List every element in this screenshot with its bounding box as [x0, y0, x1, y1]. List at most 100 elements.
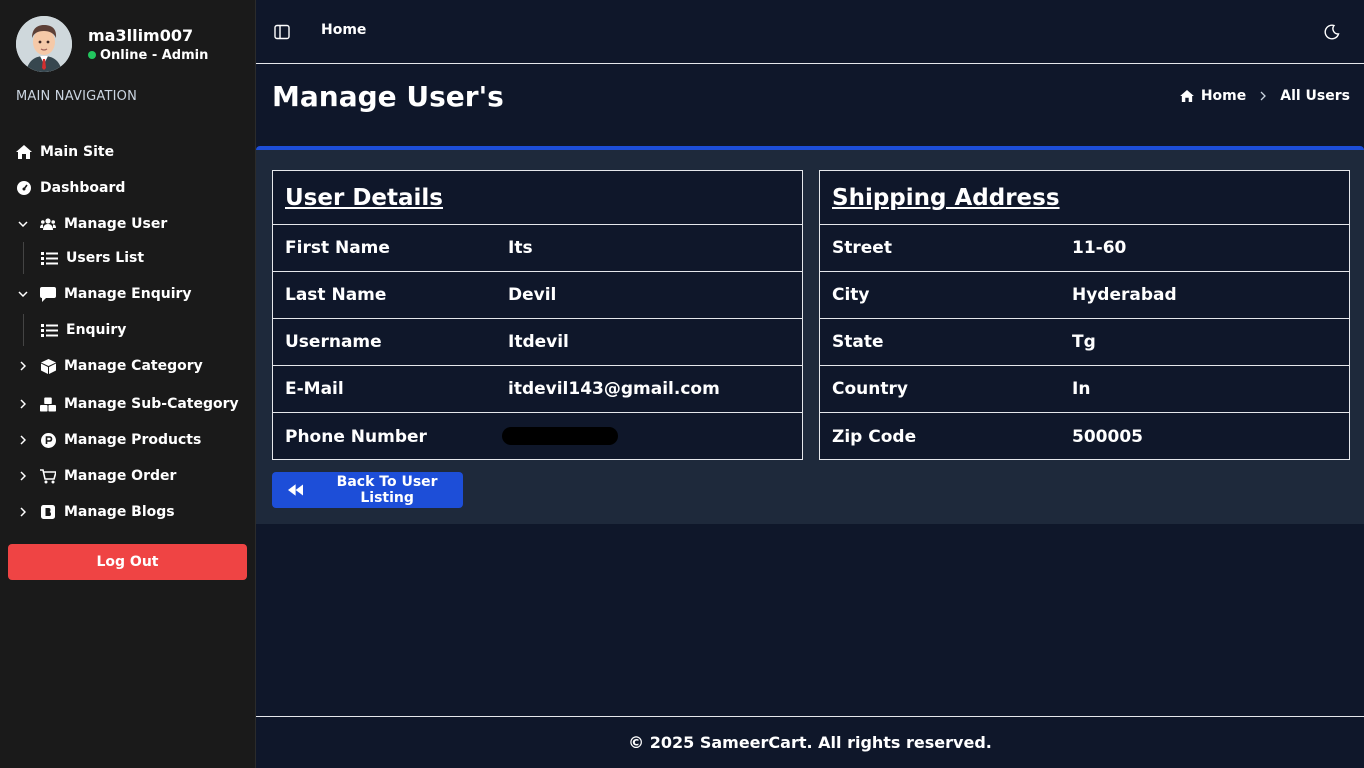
shipping-address-header: Shipping Address: [820, 171, 1349, 225]
row-label: Phone Number: [285, 426, 427, 447]
topbar: Home: [256, 0, 1364, 64]
sidebar-item-manage-order[interactable]: Manage Order: [0, 458, 256, 494]
chevron-down-icon: [16, 221, 30, 227]
row-value: Tg: [1072, 332, 1096, 352]
sidebar-item-main-site[interactable]: Main Site: [0, 134, 256, 170]
cart-icon: [40, 468, 56, 484]
table-row: City Hyderabad: [820, 272, 1349, 319]
sidebar-item-manage-category[interactable]: Manage Category: [0, 346, 256, 386]
sidebar-item-manage-products[interactable]: Manage Products: [0, 422, 256, 458]
row-value: Devil: [508, 285, 557, 305]
chat-icon: [40, 286, 56, 302]
row-value: In: [1072, 379, 1091, 399]
sidebar-item-label: Manage Sub-Category: [64, 396, 239, 412]
blog-icon: [40, 504, 56, 520]
chevron-right-icon: [16, 361, 30, 371]
sidebar-subitem-label: Enquiry: [66, 322, 127, 338]
sidebar-item-label: Manage Category: [64, 358, 203, 374]
table-row: Last Name Devil: [273, 272, 802, 319]
user-details-table: User Details First Name Its Last Name De…: [272, 170, 803, 460]
table-row: Phone Number: [273, 413, 802, 460]
home-icon: [1179, 90, 1194, 102]
redacted-phone-number: [502, 427, 618, 445]
row-value: 500005: [1072, 426, 1143, 447]
sidebar-subitem-label: Users List: [66, 250, 145, 266]
user-details-header: User Details: [273, 171, 802, 225]
submenu-manage-enquiry: Enquiry: [0, 314, 256, 346]
table-row: Country In: [820, 366, 1349, 413]
footer-copyright: © 2025 SameerCart. All rights reserved.: [628, 733, 992, 752]
sidebar-item-manage-enquiry[interactable]: Manage Enquiry: [0, 274, 256, 314]
table-row: Zip Code 500005: [820, 413, 1349, 460]
shipping-address-table: Shipping Address Street 11-60 City Hyder…: [819, 170, 1350, 460]
chevron-right-icon: [16, 435, 30, 445]
main-navigation: Main Site Dashboard Manage User Users Li…: [0, 134, 256, 530]
row-label: Street: [832, 238, 892, 258]
list-icon: [41, 251, 58, 265]
table-row: State Tg: [820, 319, 1349, 366]
sidebar: ma3llim007 Online - Admin MAIN NAVIGATIO…: [0, 0, 256, 768]
avatar: [16, 16, 72, 72]
sidebar-item-dashboard[interactable]: Dashboard: [0, 170, 256, 206]
box-icon: [40, 358, 56, 374]
footer: © 2025 SameerCart. All rights reserved.: [256, 716, 1364, 768]
row-label: Last Name: [285, 285, 387, 305]
list-icon: [41, 323, 58, 337]
sidebar-item-label: Manage Blogs: [64, 504, 175, 520]
row-label: Country: [832, 379, 908, 399]
breadcrumb-home-link[interactable]: Home: [1179, 88, 1247, 104]
back-button-label: Back To User Listing: [336, 474, 438, 506]
sidebar-item-manage-sub-category[interactable]: Manage Sub-Category: [0, 386, 256, 422]
page-title: Manage User's: [272, 80, 504, 113]
sidebar-item-label: Manage Enquiry: [64, 286, 192, 302]
shipping-address-heading: Shipping Address: [832, 184, 1060, 211]
row-value: itdevil143@gmail.com: [508, 379, 720, 399]
sidebar-item-enquiry[interactable]: Enquiry: [0, 314, 256, 346]
chevron-right-icon: [16, 471, 30, 481]
sidebar-toggle-icon[interactable]: [274, 24, 290, 40]
row-label: Username: [285, 332, 382, 352]
gauge-icon: [16, 180, 32, 196]
row-label: State: [832, 332, 884, 352]
logout-button[interactable]: Log Out: [8, 544, 247, 580]
user-detail-card: User Details First Name Its Last Name De…: [256, 146, 1364, 524]
sidebar-item-label: Manage Products: [64, 432, 202, 448]
online-status-dot: [88, 51, 96, 59]
sidebar-item-label: Main Site: [40, 144, 115, 160]
submenu-manage-user: Users List: [0, 242, 256, 274]
sidebar-item-manage-blogs[interactable]: Manage Blogs: [0, 494, 256, 530]
home-icon: [16, 144, 32, 160]
sidebar-item-label: Dashboard: [40, 180, 126, 196]
nav-heading: MAIN NAVIGATION: [16, 89, 138, 104]
chevron-down-icon: [16, 291, 30, 297]
chevron-right-icon: [16, 507, 30, 517]
breadcrumb-home-label: Home: [1200, 88, 1247, 104]
user-profile: ma3llim007 Online - Admin: [16, 16, 208, 72]
profile-status-text: Online - Admin: [100, 47, 209, 63]
backward-icon: [288, 484, 304, 496]
sidebar-item-manage-user[interactable]: Manage User: [0, 206, 256, 242]
back-to-user-listing-button[interactable]: Back To User Listing: [272, 472, 463, 508]
sidebar-item-label: Manage Order: [64, 468, 177, 484]
row-value: Itdevil: [508, 332, 569, 352]
chevron-right-icon: [16, 399, 30, 409]
row-label: City: [832, 285, 870, 305]
row-label: First Name: [285, 238, 390, 258]
breadcrumb-current: All Users: [1280, 88, 1350, 104]
topbar-home-link[interactable]: Home: [321, 22, 366, 38]
moon-icon[interactable]: [1324, 24, 1340, 40]
boxes-icon: [40, 396, 56, 412]
table-row: E-Mail itdevil143@gmail.com: [273, 366, 802, 413]
row-label: Zip Code: [832, 426, 917, 447]
row-label: E-Mail: [285, 379, 344, 399]
row-value: 11-60: [1072, 238, 1127, 258]
row-value: Hyderabad: [1072, 285, 1177, 305]
chevron-right-icon: [1260, 91, 1267, 101]
sidebar-item-label: Manage User: [64, 216, 168, 232]
product-icon: [40, 432, 56, 448]
users-icon: [40, 216, 56, 232]
profile-username: ma3llim007: [88, 25, 194, 45]
sidebar-item-users-list[interactable]: Users List: [0, 242, 256, 274]
table-row: First Name Its: [273, 225, 802, 272]
breadcrumb: Home All Users: [1179, 88, 1350, 104]
